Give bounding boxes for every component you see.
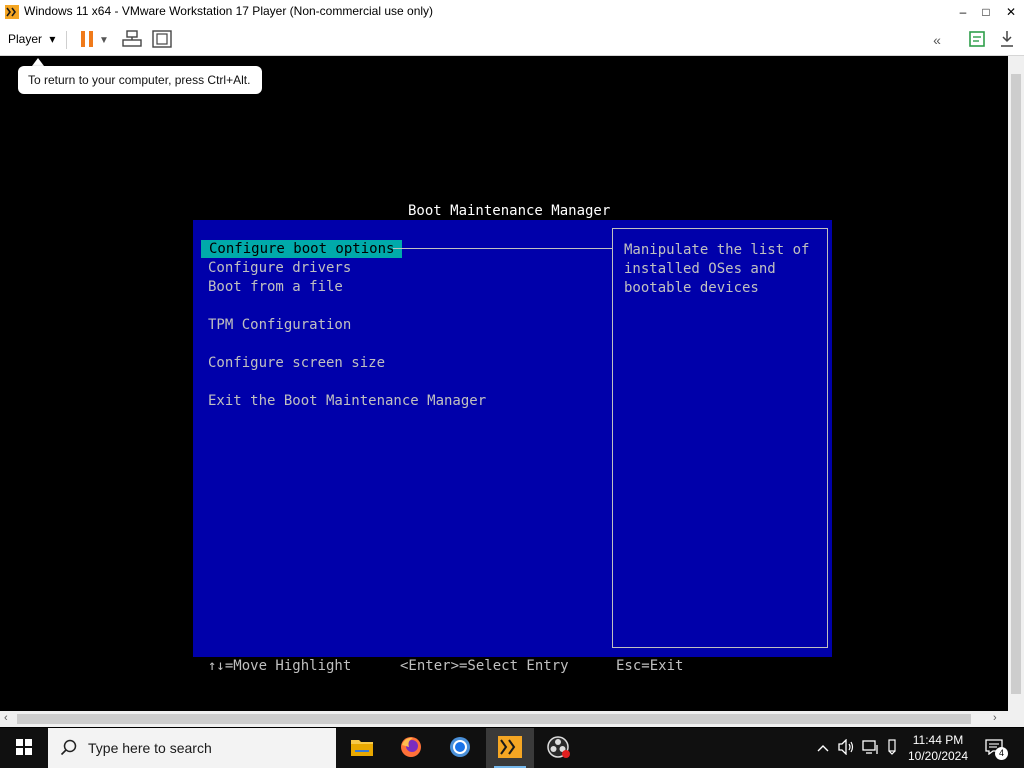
pause-icon bbox=[79, 30, 95, 51]
windows-logo-icon bbox=[16, 738, 32, 758]
network-button[interactable] bbox=[860, 728, 882, 768]
player-menu-button[interactable]: Player ▾ bbox=[8, 32, 55, 46]
horizontal-scrollbar[interactable]: ‹ › bbox=[0, 711, 1024, 727]
firefox-icon bbox=[399, 735, 423, 762]
start-button[interactable] bbox=[0, 728, 48, 768]
chevron-up-icon bbox=[817, 741, 829, 755]
toolbar-divider bbox=[66, 31, 67, 49]
vmware-app-icon bbox=[4, 4, 20, 20]
windows-taskbar: Type here to search 11:44 PM 10/20/2024 … bbox=[0, 728, 1024, 768]
scroll-left-icon[interactable]: ‹ bbox=[4, 712, 8, 724]
obs-icon bbox=[546, 735, 572, 762]
menu-item-boot-from-file[interactable]: Boot from a file bbox=[208, 278, 343, 296]
clock-time: 11:44 PM bbox=[912, 733, 964, 747]
notification-icon: 4 bbox=[985, 739, 1008, 760]
selection-connector-line bbox=[393, 248, 613, 249]
pen-icon bbox=[886, 738, 898, 758]
vmware-icon bbox=[497, 735, 523, 762]
taskbar-vmware-player[interactable] bbox=[486, 728, 534, 768]
close-button[interactable]: ✕ bbox=[998, 0, 1024, 24]
menu-item-configure-drivers[interactable]: Configure drivers bbox=[208, 259, 351, 277]
taskbar-obs-studio[interactable] bbox=[535, 728, 583, 768]
player-toolbar: Player ▾ ▼ « bbox=[0, 24, 1024, 56]
notification-center-button[interactable]: 4 bbox=[980, 728, 1010, 768]
volume-button[interactable] bbox=[836, 728, 856, 768]
double-chevron-left-icon: « bbox=[933, 32, 941, 48]
scroll-right-icon[interactable]: › bbox=[993, 712, 997, 724]
clock-date: 10/20/2024 bbox=[907, 749, 969, 763]
fullscreen-button[interactable] bbox=[151, 29, 173, 51]
power-options-dropdown[interactable]: ▼ bbox=[97, 29, 111, 51]
bios-page-title: Boot Maintenance Manager bbox=[408, 203, 611, 219]
help-line: Manipulate the list of bbox=[624, 242, 810, 258]
chrome-icon bbox=[448, 735, 472, 762]
menu-item-exit[interactable]: Exit the Boot Maintenance Manager bbox=[208, 392, 486, 410]
bios-menu-panel: Configure boot options Configure drivers… bbox=[193, 220, 832, 657]
footer-move-hint: ↑↓=Move Highlight bbox=[208, 658, 352, 674]
footer-exit-hint: Esc=Exit bbox=[616, 658, 684, 674]
chevron-down-icon: ▾ bbox=[49, 32, 56, 46]
collapse-toolbar-button[interactable]: « bbox=[926, 29, 948, 51]
menu-item-tpm-configuration[interactable]: TPM Configuration bbox=[208, 316, 351, 334]
search-icon bbox=[60, 739, 78, 760]
vertical-scrollbar[interactable] bbox=[1008, 56, 1024, 711]
notes-button[interactable] bbox=[966, 29, 988, 51]
help-text-box: Manipulate the list of installed OSes an… bbox=[612, 228, 828, 648]
speaker-icon bbox=[837, 737, 855, 758]
horizontal-scroll-thumb[interactable] bbox=[17, 714, 971, 724]
chevron-down-icon: ▼ bbox=[99, 34, 109, 46]
folder-icon bbox=[350, 737, 374, 760]
show-hidden-icons-button[interactable] bbox=[814, 728, 832, 768]
title-bar: Windows 11 x64 - VMware Workstation 17 P… bbox=[0, 0, 1024, 25]
release-input-tooltip: To return to your computer, press Ctrl+A… bbox=[18, 66, 262, 94]
notes-icon bbox=[968, 30, 986, 51]
player-menu-label: Player bbox=[8, 32, 43, 46]
taskbar-firefox[interactable] bbox=[387, 728, 435, 768]
vm-display[interactable]: Boot Maintenance Manager Configure boot … bbox=[0, 56, 1008, 711]
footer-select-hint: <Enter>=Select Entry bbox=[400, 658, 569, 674]
notification-count-badge: 4 bbox=[995, 747, 1008, 760]
network-devices-icon bbox=[122, 29, 142, 51]
search-placeholder: Type here to search bbox=[88, 740, 212, 756]
taskbar-file-explorer[interactable] bbox=[338, 728, 386, 768]
system-clock[interactable]: 11:44 PM 10/20/2024 bbox=[900, 732, 976, 764]
help-line: installed OSes and bbox=[624, 261, 776, 277]
pause-button[interactable] bbox=[76, 29, 98, 51]
send-ctrl-alt-del-button[interactable] bbox=[121, 29, 143, 51]
taskbar-chrome[interactable] bbox=[436, 728, 484, 768]
download-button[interactable] bbox=[996, 29, 1018, 51]
menu-item-configure-screen-size[interactable]: Configure screen size bbox=[208, 354, 385, 372]
fullscreen-icon bbox=[152, 29, 172, 51]
network-icon bbox=[862, 739, 880, 758]
vertical-scroll-thumb[interactable] bbox=[1011, 74, 1021, 694]
window-title: Windows 11 x64 - VMware Workstation 17 P… bbox=[24, 4, 434, 18]
help-line: bootable devices bbox=[624, 280, 759, 296]
taskbar-search-box[interactable]: Type here to search bbox=[48, 728, 336, 768]
input-method-button[interactable] bbox=[884, 728, 900, 768]
tooltip-arrow bbox=[32, 58, 44, 66]
maximize-button[interactable]: □ bbox=[973, 0, 999, 24]
menu-item-configure-boot-options[interactable]: Configure boot options bbox=[201, 240, 403, 258]
download-icon bbox=[999, 30, 1015, 51]
